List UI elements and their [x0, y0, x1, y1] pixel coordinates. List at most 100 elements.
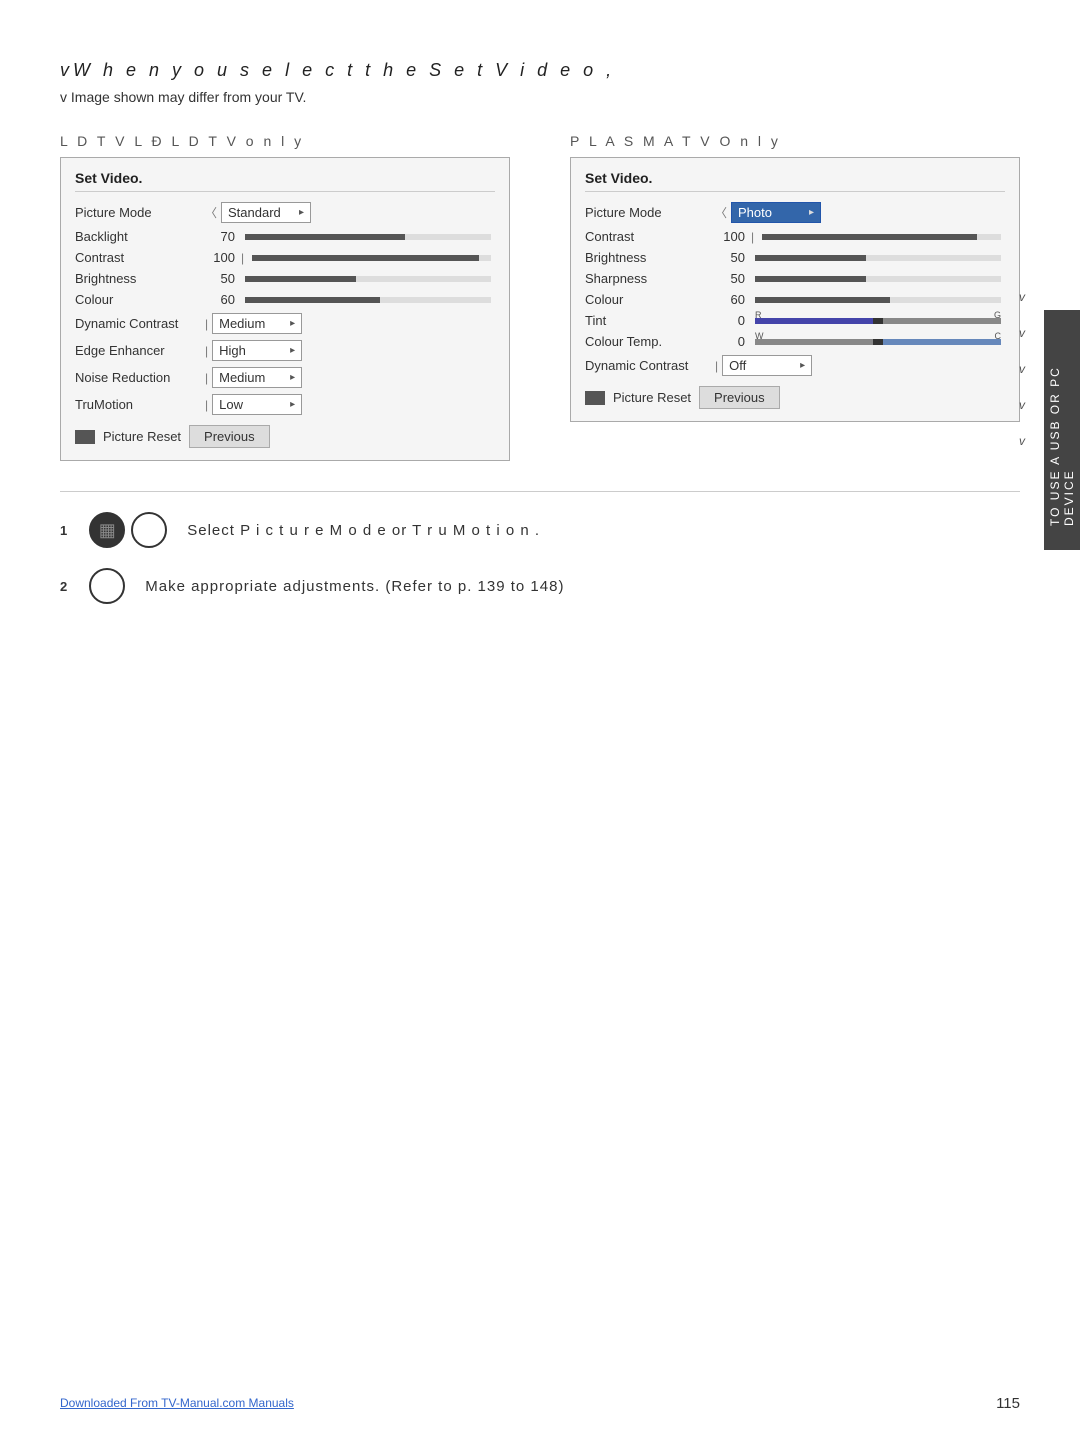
tint-slider[interactable]: R G — [755, 318, 1001, 324]
dynamic-contrast-dropdown[interactable]: Medium ▸ — [212, 313, 302, 334]
v-mark: v — [1019, 398, 1025, 412]
v-marks: v v v v v — [1019, 290, 1025, 448]
row-value: 100 — [715, 229, 745, 244]
slider-fill — [755, 276, 866, 282]
slider-fill — [755, 297, 890, 303]
intro-text: W h e n y o u s e l e c t t h e S e t V … — [73, 60, 615, 80]
picture-mode-dropdown-left[interactable]: Standard ▸ — [221, 202, 311, 223]
page-content: vW h e n y o u s e l e c t t h e S e t V… — [0, 0, 1080, 644]
steps-section: 1 Select P i c t u r e M o d e or T r u … — [60, 512, 1020, 604]
menu-row: Brightness 50 — [75, 271, 495, 286]
row-label: Contrast — [75, 250, 205, 265]
slider-track[interactable] — [245, 276, 491, 282]
menu-row: Tint 0 R G — [585, 313, 1005, 328]
dropdown-arrow: ▸ — [800, 360, 805, 371]
slider-track[interactable] — [245, 297, 491, 303]
row-label: Picture Mode — [75, 205, 205, 220]
divider — [60, 491, 1020, 492]
slider-track[interactable] — [755, 297, 1001, 303]
slider-track[interactable] — [245, 234, 491, 240]
sidebar-label: TO USE A USB OR PC DEVICE — [1044, 310, 1080, 550]
slider-fill — [245, 234, 405, 240]
row-value: 60 — [205, 292, 235, 307]
row-label: Dynamic Contrast — [585, 358, 715, 373]
left-menu-box: Set Video. Picture Mode 〈 Standard ▸ Bac… — [60, 157, 510, 461]
row-value: 0 — [715, 313, 745, 328]
picture-reset-row: Picture Reset Previous — [585, 386, 1005, 409]
row-value: 50 — [205, 271, 235, 286]
menu-row: Brightness 50 — [585, 250, 1005, 265]
row-label: Edge Enhancer — [75, 343, 205, 358]
menu-row: Contrast 100 | — [75, 250, 495, 265]
v-mark: v — [1019, 326, 1025, 340]
dynamic-contrast-dropdown-right[interactable]: Off ▸ — [722, 355, 812, 376]
slider-track[interactable] — [252, 255, 491, 261]
slider-fill — [245, 297, 380, 303]
row-label: Colour Temp. — [585, 334, 715, 349]
v-mark: v — [1019, 290, 1025, 304]
left-panel: L D T V L Đ L D T V o n l y Set Video. P… — [60, 133, 510, 461]
colourtemp-slider[interactable]: W C — [755, 339, 1001, 345]
menu-row: Dynamic Contrast | Medium ▸ — [75, 313, 495, 334]
slider-fill — [755, 255, 866, 261]
picture-reset-row: Picture Reset Previous — [75, 425, 495, 448]
menu-row: Picture Mode 〈 Photo ▸ — [585, 202, 1005, 223]
intro-line: vW h e n y o u s e l e c t t h e S e t V… — [60, 60, 1020, 81]
slider-fill — [252, 255, 479, 261]
dropdown-arrow: ▸ — [290, 399, 295, 410]
dropdown-arrow: ▸ — [290, 345, 295, 356]
menu-row: Picture Mode 〈 Standard ▸ — [75, 202, 495, 223]
menu-row: Noise Reduction | Medium ▸ — [75, 367, 495, 388]
slider-fill — [762, 234, 977, 240]
right-panel-label: P L A S M A T V O n l y — [570, 133, 1020, 149]
footer-link[interactable]: Downloaded From TV-Manual.com Manuals — [60, 1394, 294, 1412]
row-label: Dynamic Contrast — [75, 316, 205, 331]
trumotion-dropdown[interactable]: Low ▸ — [212, 394, 302, 415]
step-1-icon-circle — [131, 512, 167, 548]
color-box — [75, 430, 95, 444]
step-1-row: 1 Select P i c t u r e M o d e or T r u … — [60, 512, 1020, 548]
previous-button-right[interactable]: Previous — [699, 386, 780, 409]
menu-row: Backlight 70 — [75, 229, 495, 244]
panels-row: L D T V L Đ L D T V o n l y Set Video. P… — [60, 133, 1020, 461]
row-label: Noise Reduction — [75, 370, 205, 385]
right-menu-title: Set Video. — [585, 170, 1005, 192]
dropdown-arrow: ▸ — [290, 318, 295, 329]
left-menu-title: Set Video. — [75, 170, 495, 192]
dropdown-arrow: ▸ — [299, 207, 304, 218]
menu-row: Dynamic Contrast | Off ▸ — [585, 355, 1005, 376]
row-value: 50 — [715, 271, 745, 286]
row-label: TruMotion — [75, 397, 205, 412]
slider-track[interactable] — [755, 255, 1001, 261]
slider-track[interactable] — [762, 234, 1001, 240]
slider-fill — [245, 276, 356, 282]
slider-track[interactable] — [755, 276, 1001, 282]
row-label: Brightness — [585, 250, 715, 265]
step-2-num: 2 — [60, 579, 67, 594]
footer-link-text: Downloaded From TV-Manual.com Manuals — [60, 1396, 294, 1410]
menu-row: Contrast 100 | — [585, 229, 1005, 244]
previous-button-left[interactable]: Previous — [189, 425, 270, 448]
step-1-icons — [89, 512, 167, 548]
dropdown-arrow: ▸ — [809, 207, 814, 218]
left-panel-label: L D T V L Đ L D T V o n l y — [60, 133, 510, 149]
color-box — [585, 391, 605, 405]
step-1-text: Select P i c t u r e M o d e or T r u M … — [187, 522, 540, 539]
edge-enhancer-dropdown[interactable]: High ▸ — [212, 340, 302, 361]
menu-row: Colour 60 — [585, 292, 1005, 307]
menu-row: Colour Temp. 0 W C — [585, 334, 1005, 349]
row-label: Tint — [585, 313, 715, 328]
page-number: 115 — [996, 1395, 1020, 1412]
menu-row: TruMotion | Low ▸ — [75, 394, 495, 415]
row-value: 70 — [205, 229, 235, 244]
picture-mode-dropdown-right[interactable]: Photo ▸ — [731, 202, 821, 223]
row-value: 50 — [715, 250, 745, 265]
row-value: 100 — [205, 250, 235, 265]
noise-reduction-dropdown[interactable]: Medium ▸ — [212, 367, 302, 388]
intro-bullet: v — [60, 60, 73, 80]
reset-label-right: Picture Reset — [613, 390, 691, 405]
right-menu-box: Set Video. Picture Mode 〈 Photo ▸ Contra… — [570, 157, 1020, 422]
v-mark: v — [1019, 434, 1025, 448]
row-label: Contrast — [585, 229, 715, 244]
v-mark: v — [1019, 362, 1025, 376]
